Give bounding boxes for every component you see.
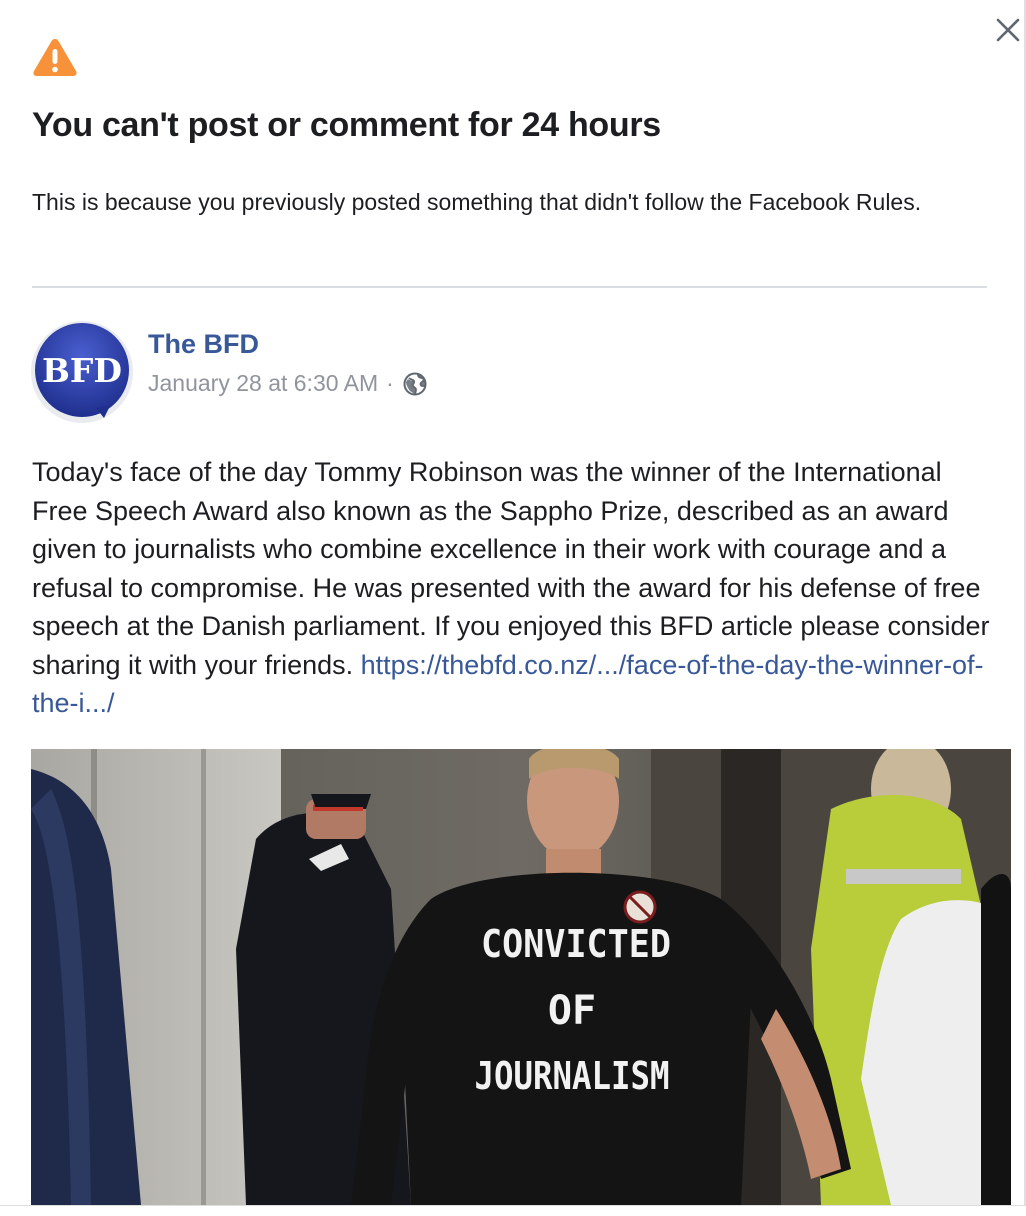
meta-separator: · [386, 370, 394, 396]
post-image[interactable]: CONVICTED OF JOURNALISM [31, 749, 1011, 1205]
warning-triangle-icon [32, 36, 78, 78]
restriction-dialog: You can't post or comment for 24 hours T… [0, 0, 1026, 1216]
dialog-subtitle: This is because you previously posted so… [32, 189, 922, 215]
close-button[interactable] [994, 16, 1022, 44]
post-timestamp[interactable]: January 28 at 6:30 AM [148, 370, 378, 397]
shirt-text-line-1: CONVICTED [481, 922, 671, 966]
shirt-text-line-3: JOURNALISM [475, 1054, 670, 1098]
page-name-link[interactable]: The BFD [148, 329, 259, 360]
close-icon [996, 18, 1020, 42]
shirt-text-line-2: OF [548, 988, 596, 1034]
page-avatar[interactable]: BFD [30, 320, 134, 424]
post-body: Today's face of the day Tommy Robinson w… [32, 453, 992, 723]
divider [32, 286, 987, 288]
avatar-text: BFD [42, 351, 122, 390]
globe-icon[interactable] [402, 371, 428, 397]
dialog-bottom-edge [0, 1205, 1026, 1216]
post-body-text: Today's face of the day Tommy Robinson w… [32, 457, 990, 680]
post-meta: January 28 at 6:30 AM · [148, 370, 428, 397]
dialog-title: You can't post or comment for 24 hours [32, 106, 661, 144]
